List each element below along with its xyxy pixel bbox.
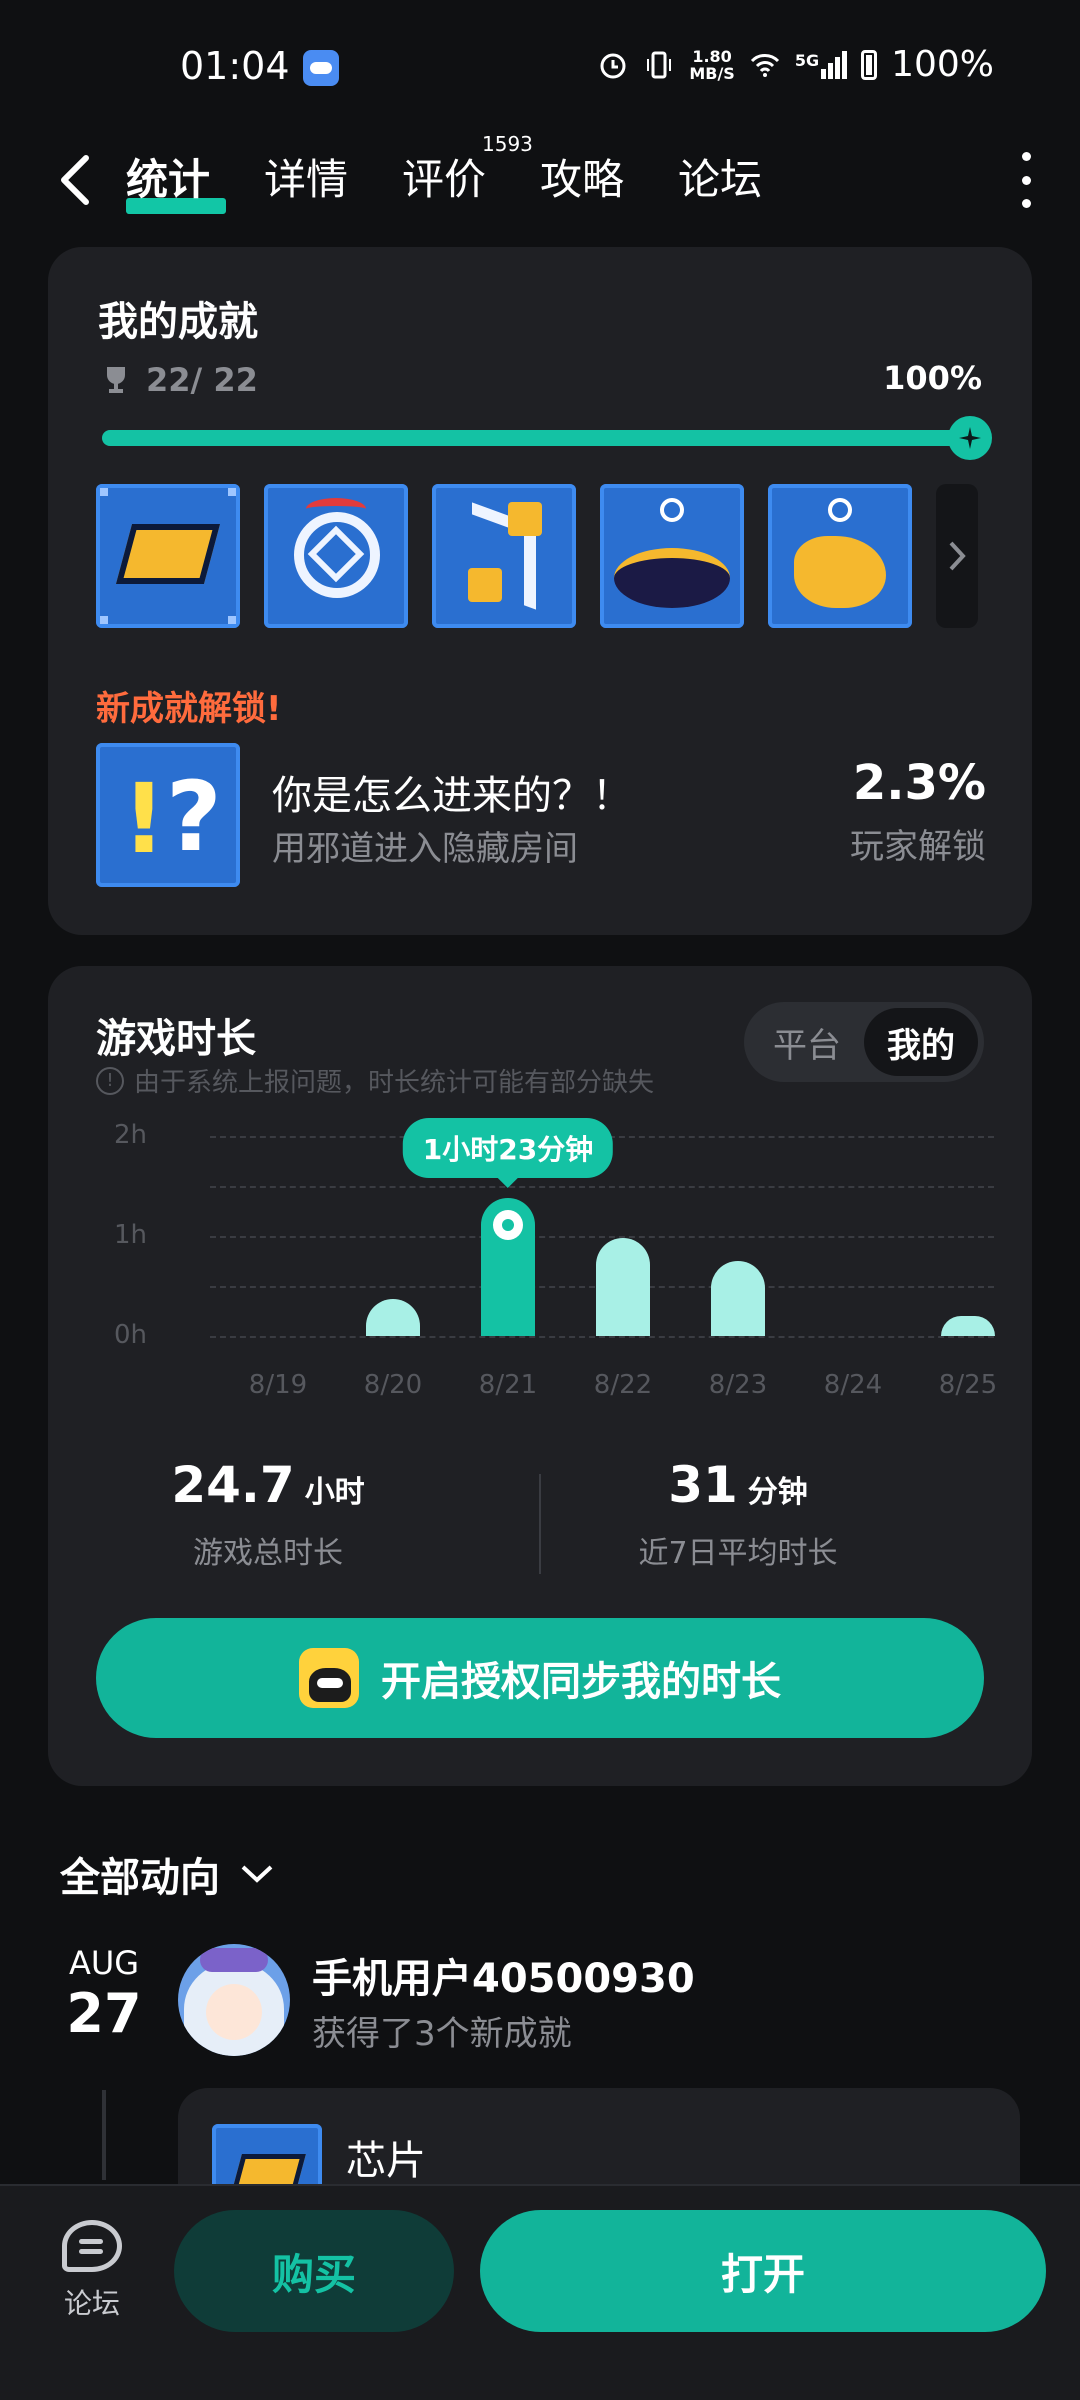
achievement-badge-controller[interactable]: [264, 484, 408, 628]
x-tick-label: 8/23: [708, 1370, 768, 1400]
achievements-title: 我的成就: [98, 299, 258, 345]
bottom-action-bar: 论坛 购买 打开: [0, 2184, 1080, 2400]
battery-icon: [861, 49, 878, 80]
sync-playtime-button[interactable]: 开启授权同步我的时长: [96, 1618, 984, 1738]
back-arrow-icon[interactable]: [52, 148, 102, 212]
timeline-line: [102, 2090, 106, 2180]
grid-line: [210, 1236, 994, 1238]
vibrate-icon: [647, 51, 672, 78]
battery-level: 100%: [891, 44, 994, 85]
bar-8/23[interactable]: [711, 1261, 765, 1336]
playtime-card: 游戏时长 ! 由于系统上报问题，时长统计可能有部分缺失 平台 我的 0h 1h 2h 8…: [48, 966, 1032, 1786]
chevron-down-icon: [241, 1865, 273, 1883]
tab-reviews[interactable]: 评价 1593: [402, 132, 540, 210]
avg-playtime-unit: 分钟: [747, 1475, 808, 1510]
progress-star-icon: [948, 416, 992, 460]
segment-mine[interactable]: 我的: [864, 1008, 978, 1076]
latest-achievement-icon: !?: [96, 743, 240, 887]
bar-8/22[interactable]: [596, 1238, 650, 1336]
feed-username[interactable]: 手机用户40500930: [312, 1946, 695, 2004]
bar-8/25[interactable]: [941, 1316, 995, 1336]
weather-icon: [303, 50, 339, 86]
x-tick-label: 8/21: [478, 1370, 538, 1400]
latest-achievement[interactable]: !? 你是怎么进来的？！ 用邪道进入隐藏房间 2.3% 玩家解锁: [96, 743, 986, 887]
wifi-icon: [750, 53, 779, 77]
top-nav: 统计 详情 评价 1593 攻略 论坛: [0, 130, 1080, 230]
unlock-rate-label: 玩家解锁: [850, 827, 986, 867]
tab-forum[interactable]: 论坛: [678, 146, 816, 210]
x-tick-label: 8/25: [938, 1370, 998, 1400]
status-time: 01:04: [180, 44, 290, 88]
avg-playtime: 31 分钟 近7日平均时长: [518, 1456, 958, 1572]
badges-more-button[interactable]: [936, 484, 978, 628]
x-tick-label: 8/20: [363, 1370, 423, 1400]
x-tick-label: 8/22: [593, 1370, 653, 1400]
y-tick-label: 1h: [114, 1220, 148, 1250]
avg-playtime-value: 31: [668, 1456, 738, 1514]
x-tick-label: 8/24: [823, 1370, 883, 1400]
x-tick-label: 8/19: [248, 1370, 308, 1400]
achievement-badge-blob[interactable]: [768, 484, 912, 628]
tab-details[interactable]: 详情: [264, 146, 402, 210]
total-playtime: 24.7 小时 游戏总时长: [48, 1456, 488, 1572]
achievement-badge-path[interactable]: [432, 484, 576, 628]
buy-button[interactable]: 购买: [174, 2210, 454, 2332]
bar-8/21[interactable]: [481, 1198, 535, 1336]
app-logo-icon: [299, 1648, 359, 1708]
feed-filter[interactable]: 全部动向: [60, 1845, 274, 1903]
alarm-icon: [600, 53, 626, 78]
status-bar: 01:04 1.80 MB/S 5G 100%: [0, 0, 1080, 130]
tab-guides[interactable]: 攻略: [540, 146, 678, 210]
bar-selected-marker: [493, 1210, 523, 1240]
segment-platform[interactable]: 平台: [750, 1008, 864, 1076]
signal-icon: 5G: [795, 50, 848, 79]
feed-date: AUG 27: [66, 1944, 142, 2045]
latest-achievement-name: 你是怎么进来的？！: [272, 773, 632, 819]
total-playtime-unit: 小时: [304, 1475, 365, 1510]
more-options-icon[interactable]: [1016, 152, 1036, 208]
feed-achievement-name: 芯片: [346, 2138, 426, 2184]
playtime-title: 游戏时长: [96, 1016, 256, 1062]
total-playtime-label: 游戏总时长: [193, 1536, 343, 1571]
y-tick-label: 2h: [114, 1120, 148, 1150]
forum-button[interactable]: 论坛: [50, 2220, 134, 2322]
avg-playtime-label: 近7日平均时长: [638, 1536, 838, 1571]
tab-stats[interactable]: 统计: [126, 146, 264, 214]
achievements-card: 我的成就 22/ 22 100% 新成就解锁! !? 你是怎么进来的？！ 用邪道…: [48, 247, 1032, 935]
achievement-badge-bowl[interactable]: [600, 484, 744, 628]
bar-8/20[interactable]: [366, 1299, 420, 1336]
open-button[interactable]: 打开: [480, 2210, 1046, 2332]
achievement-badge-chip[interactable]: [96, 484, 240, 628]
achievement-count: 22/ 22: [146, 361, 258, 399]
latest-achievement-desc: 用邪道进入隐藏房间: [272, 829, 578, 869]
feed-action: 获得了3个新成就: [312, 2014, 572, 2054]
unlock-rate: 2.3%: [852, 755, 986, 811]
playtime-chart: 0h 1h 2h 8/19 8/20 8/21 1小时23分钟 8/22 8/23 8/24 8/2…: [88, 1118, 1008, 1406]
bar-tooltip: 1小时23分钟: [402, 1118, 614, 1188]
achievement-percent: 100%: [883, 359, 982, 397]
chevron-right-icon: [949, 541, 966, 571]
grid-line: [210, 1186, 994, 1188]
net-speed: 1.80 MB/S: [689, 46, 735, 83]
grid-line: [210, 1336, 994, 1338]
new-achievement-label: 新成就解锁!: [96, 689, 282, 729]
playtime-note: ! 由于系统上报问题，时长统计可能有部分缺失: [96, 1062, 654, 1099]
y-tick-label: 0h: [114, 1320, 148, 1350]
forum-chat-icon: [62, 2220, 122, 2272]
playtime-segment-control: 平台 我的: [744, 1002, 984, 1082]
reviews-count-badge: 1593: [482, 132, 533, 156]
trophy-icon: [107, 367, 125, 393]
total-playtime-value: 24.7: [171, 1456, 295, 1514]
avatar[interactable]: [178, 1944, 290, 2056]
achievement-progress-bar: [102, 416, 992, 460]
info-icon: !: [96, 1066, 124, 1095]
